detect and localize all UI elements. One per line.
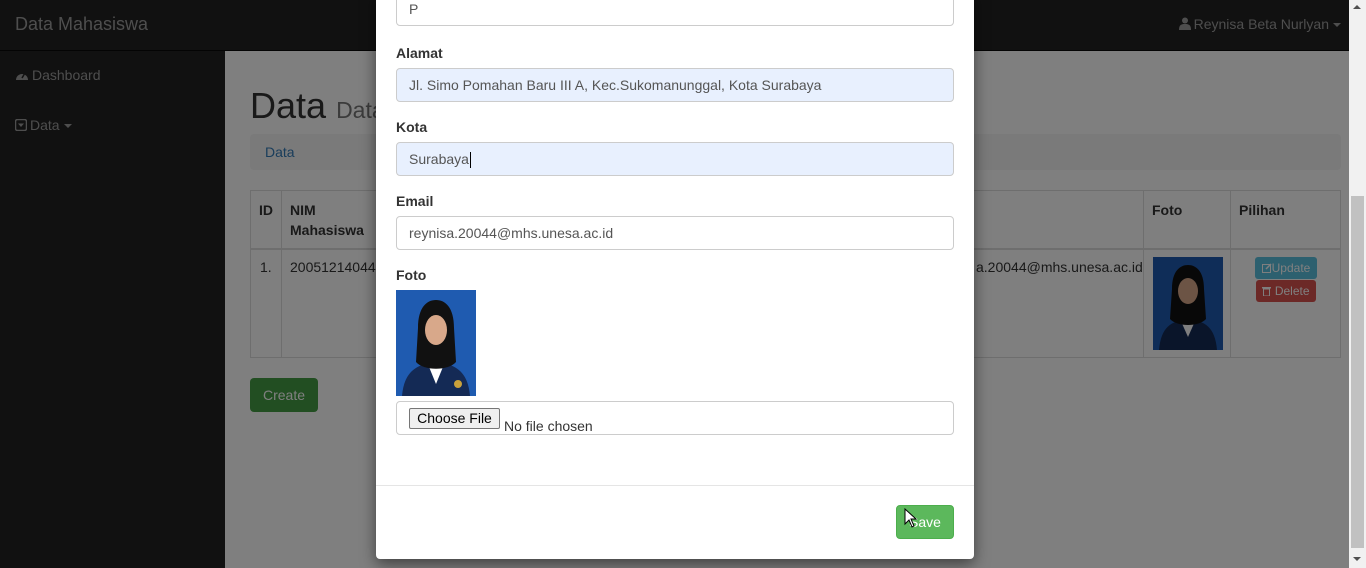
choose-file-button[interactable]: Choose File — [409, 408, 500, 429]
kota-label: Kota — [396, 119, 428, 135]
kota-value: Surabaya — [409, 151, 469, 167]
scroll-up-arrow[interactable] — [1353, 5, 1361, 9]
alamat-label: Alamat — [396, 45, 443, 61]
alamat-field[interactable]: Jl. Simo Pomahan Baru III A, Kec.Sukoman… — [396, 68, 954, 102]
kota-field[interactable]: Surabaya — [396, 142, 954, 176]
modal-footer-divider — [376, 485, 974, 486]
scroll-down-arrow[interactable] — [1353, 557, 1361, 561]
student-photo-preview — [396, 290, 476, 396]
page-scrollbar[interactable] — [1349, 0, 1366, 568]
edit-student-modal: Alamat Jl. Simo Pomahan Baru III A, Kec.… — [376, 0, 974, 559]
scrollbar-thumb[interactable] — [1351, 196, 1364, 548]
foto-file-input[interactable]: Choose File No file chosen — [396, 401, 954, 435]
file-status: No file chosen — [504, 418, 593, 434]
gender-field[interactable] — [396, 0, 954, 26]
foto-label: Foto — [396, 267, 427, 283]
email-label: Email — [396, 193, 434, 209]
mouse-pointer-icon — [904, 508, 918, 528]
text-cursor — [469, 152, 471, 169]
email-field[interactable]: reynisa.20044@mhs.unesa.ac.id — [396, 216, 954, 250]
